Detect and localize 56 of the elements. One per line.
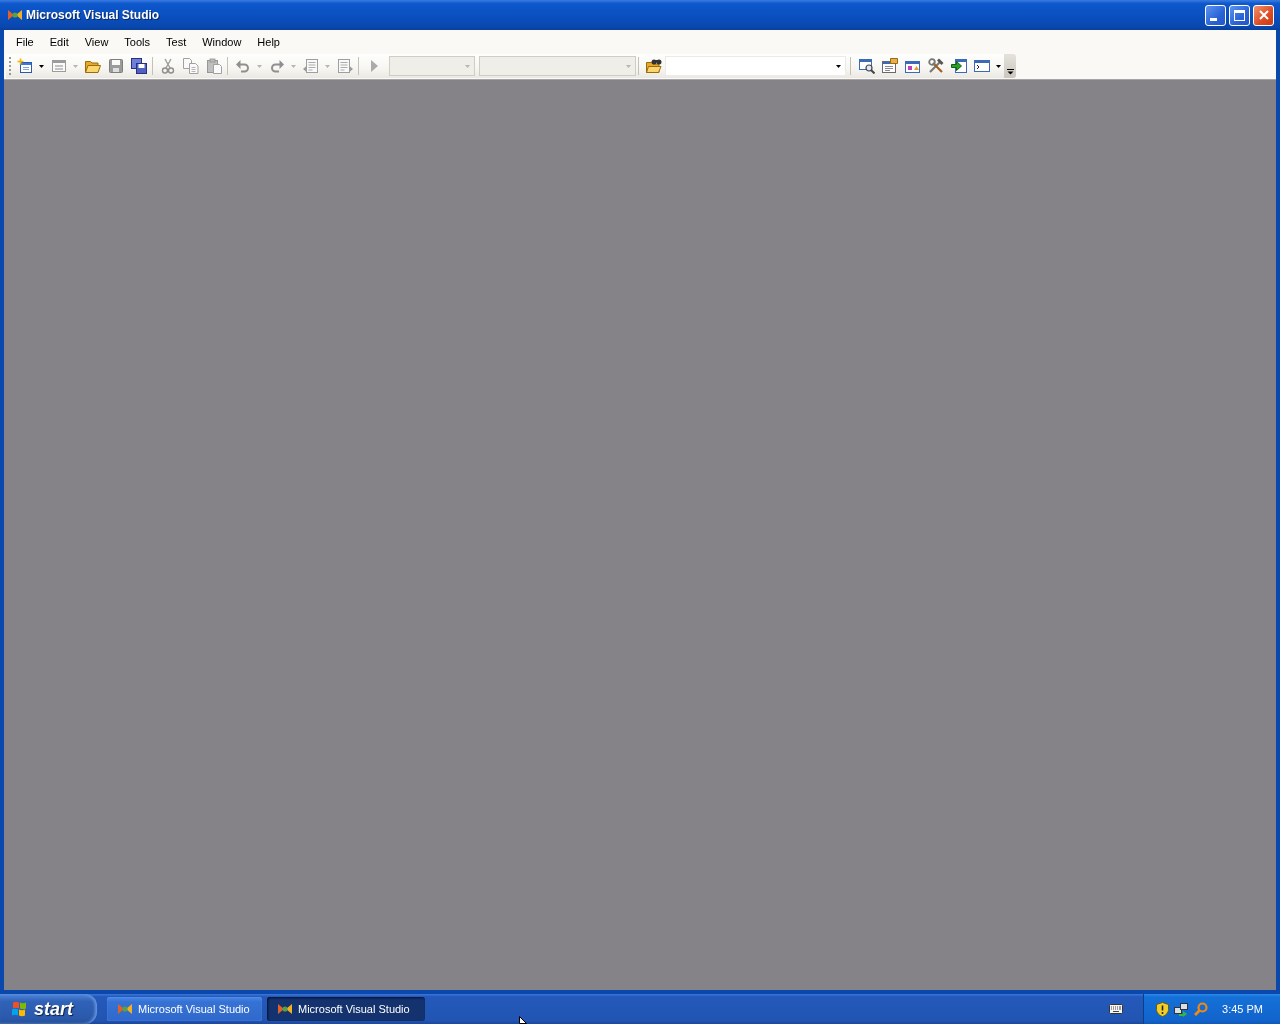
maximize-button[interactable] bbox=[1229, 4, 1250, 26]
scissors-icon bbox=[159, 58, 176, 74]
app-logo-icon bbox=[117, 1002, 133, 1016]
menu-item[interactable]: Test bbox=[158, 31, 195, 53]
network-computers-icon[interactable] bbox=[1174, 1001, 1190, 1017]
caret-icon bbox=[257, 64, 262, 68]
start-button[interactable]: start bbox=[0, 994, 97, 1024]
caret-icon bbox=[465, 64, 470, 68]
minimize-button[interactable] bbox=[1205, 4, 1226, 26]
toolbar-options-button[interactable] bbox=[1004, 54, 1016, 78]
folder-binoculars-icon bbox=[645, 58, 662, 74]
app-logo-icon bbox=[277, 1002, 293, 1016]
caret-icon bbox=[39, 64, 44, 68]
keyboard-icon[interactable] bbox=[1109, 1004, 1124, 1014]
menu-item[interactable]: Window bbox=[194, 31, 250, 53]
mouse-pointer-icon bbox=[519, 1016, 527, 1024]
maximize-icon bbox=[1234, 9, 1245, 21]
menu-item[interactable]: Help bbox=[249, 31, 288, 53]
shield-icon[interactable] bbox=[1156, 1001, 1170, 1017]
redo-arrow-icon bbox=[268, 58, 285, 74]
card-icon bbox=[881, 58, 898, 74]
folder-icon bbox=[84, 58, 101, 74]
menu-item[interactable]: File bbox=[8, 31, 42, 53]
caret-icon bbox=[325, 64, 330, 68]
caret-icon bbox=[996, 64, 1001, 68]
clipboard-icon bbox=[205, 58, 222, 74]
hammer-wrench-icon bbox=[927, 58, 944, 74]
console-window-icon bbox=[973, 58, 990, 74]
close-button[interactable] bbox=[1253, 4, 1274, 26]
undo-arrow-icon bbox=[234, 58, 251, 74]
arrow-into-window-icon bbox=[950, 58, 967, 74]
list-document-icon bbox=[336, 58, 353, 74]
grip-handle[interactable] bbox=[9, 57, 12, 75]
list-document-icon bbox=[302, 58, 319, 74]
floppy-disks-icon bbox=[130, 58, 147, 74]
menu-item[interactable]: View bbox=[76, 31, 117, 53]
taskbar-button[interactable]: Microsoft Visual Studio bbox=[267, 997, 425, 1021]
taskbar-button[interactable]: Microsoft Visual Studio bbox=[107, 997, 262, 1021]
minimize-icon bbox=[1210, 18, 1217, 21]
form-icon bbox=[50, 58, 67, 74]
caret-icon bbox=[626, 64, 631, 68]
window-shapes-icon bbox=[904, 58, 921, 74]
app-logo-icon bbox=[7, 8, 23, 22]
window-title: Microsoft Visual Studio bbox=[26, 8, 160, 22]
caret-icon bbox=[73, 64, 78, 68]
caret-icon bbox=[291, 64, 296, 68]
clock: 3:45 PM bbox=[1222, 1003, 1263, 1015]
caret-icon bbox=[836, 64, 841, 68]
pages-icon bbox=[182, 58, 199, 74]
window-icon bbox=[16, 58, 33, 74]
chevron-icon bbox=[1006, 69, 1014, 75]
menu-item[interactable]: Tools bbox=[116, 31, 159, 53]
windows-flag-icon bbox=[11, 1001, 28, 1017]
menu-item[interactable]: Edit bbox=[41, 31, 77, 53]
window-magnifier-icon bbox=[858, 58, 875, 74]
close-icon bbox=[1258, 10, 1269, 20]
